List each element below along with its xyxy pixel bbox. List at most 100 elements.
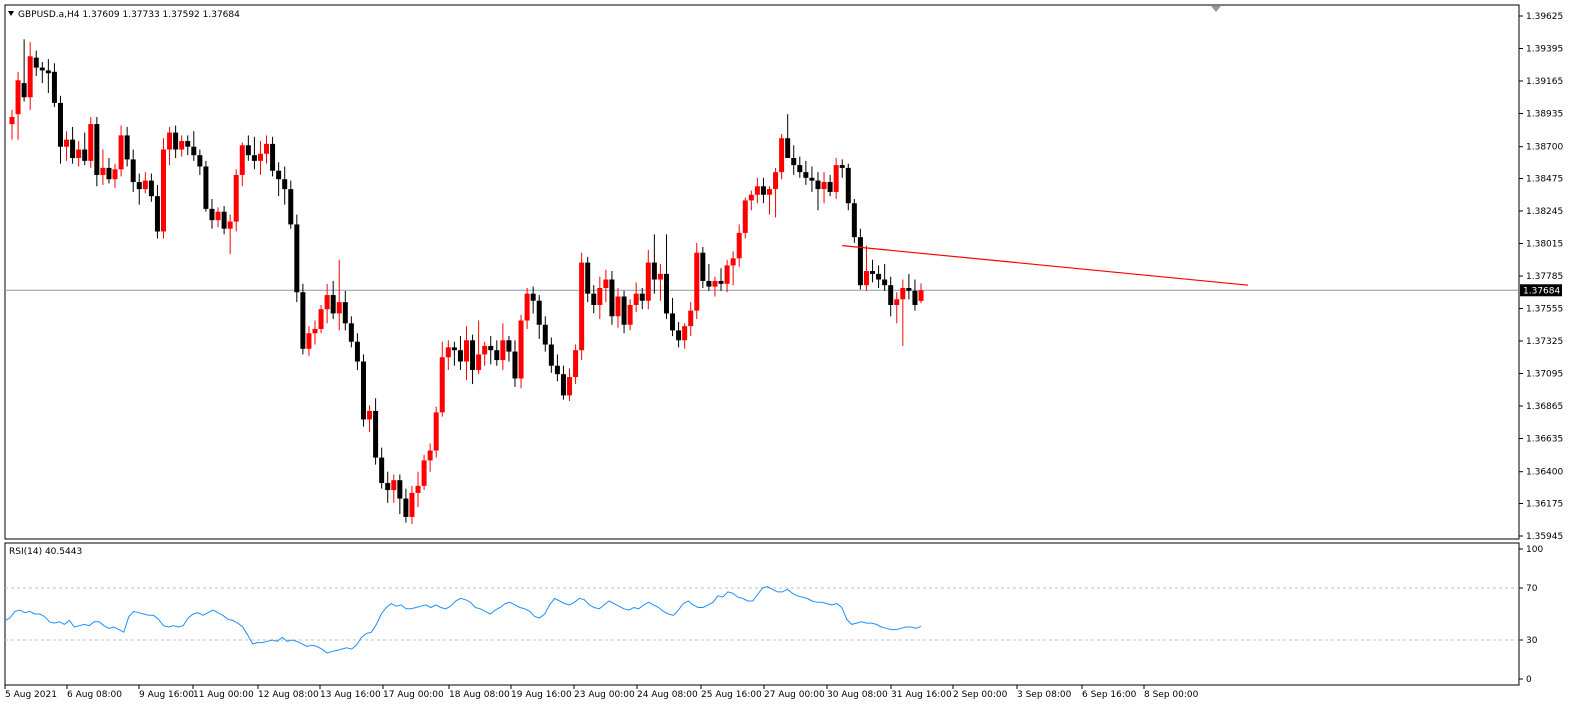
candle-body — [360, 361, 366, 420]
current-price-label: 1.37684 — [1523, 286, 1560, 296]
candle-body — [148, 180, 154, 197]
candle-body — [645, 262, 651, 301]
candle-body — [51, 71, 57, 103]
candle-body — [415, 485, 421, 493]
price-plot-area[interactable] — [4, 4, 1520, 540]
price-tick-label: 1.35945 — [1526, 532, 1563, 542]
time-tick-label: 13 Aug 16:00 — [320, 690, 381, 700]
candle-body — [324, 295, 330, 310]
candle-body — [173, 132, 179, 150]
candle-body — [748, 194, 754, 201]
candle — [579, 252, 585, 361]
candle-body — [227, 221, 233, 229]
candle-body — [609, 279, 615, 317]
candle-body — [633, 293, 639, 305]
candle-body — [809, 177, 815, 181]
time-tick-label: 3 Sep 08:00 — [1017, 690, 1072, 700]
price-axis[interactable]: 1.39625 1.39395 1.39165 1.38935 1.38700 1.384… — [1519, 12, 1563, 542]
candle-body — [348, 323, 354, 342]
price-tick-label: 1.38245 — [1526, 207, 1563, 217]
candle-body — [21, 83, 27, 98]
candle-body — [342, 302, 348, 324]
candle-body — [906, 288, 912, 291]
candle-body — [742, 200, 748, 233]
candle-body — [518, 320, 524, 379]
candle-body — [197, 155, 203, 167]
price-tick-label: 1.38015 — [1526, 240, 1563, 250]
candle-body — [900, 288, 906, 300]
candle-body — [863, 271, 869, 286]
candle-body — [385, 483, 391, 491]
time-axis[interactable]: 5 Aug 2021 6 Aug 08:00 9 Aug 16:00 11 Aug 0… — [4, 685, 1199, 700]
candle-body — [451, 347, 457, 351]
rsi-plot-area[interactable] — [4, 542, 1520, 686]
candle — [318, 304, 324, 334]
candle-body — [167, 132, 173, 150]
candle-body — [57, 102, 63, 147]
price-tick-label: 1.37095 — [1526, 370, 1563, 380]
candle-body — [336, 302, 342, 314]
candle — [203, 160, 209, 212]
candle-body — [536, 300, 542, 325]
time-tick-label: 25 Aug 16:00 — [701, 690, 762, 700]
candle-body — [657, 273, 663, 280]
candle-body — [457, 350, 463, 362]
candle-body — [276, 170, 282, 180]
candle-body — [45, 70, 51, 74]
candle-body — [506, 340, 512, 352]
candle-body — [427, 450, 433, 461]
rsi-axis: 100 70 30 0 — [1519, 545, 1543, 685]
candle-body — [791, 158, 797, 166]
candle-body — [112, 169, 118, 180]
candle-body — [845, 167, 851, 204]
candle-body — [627, 304, 633, 325]
price-tick-label: 1.38475 — [1526, 175, 1563, 185]
candle-body — [409, 492, 415, 517]
candle-body — [821, 182, 827, 190]
candle-body — [264, 143, 270, 154]
candle-body — [494, 350, 500, 361]
candle-body — [888, 285, 894, 305]
candle-body — [221, 211, 227, 229]
time-tick-label: 27 Aug 00:00 — [764, 690, 825, 700]
candle-body — [470, 340, 476, 370]
candle-body — [82, 149, 88, 161]
candle-body — [573, 350, 579, 378]
time-tick-label: 12 Aug 08:00 — [258, 690, 319, 700]
time-tick-label: 30 Aug 08:00 — [827, 690, 888, 700]
candle-body — [118, 135, 124, 170]
candle-body — [767, 189, 772, 195]
time-tick-label: 5 Aug 2021 — [5, 690, 57, 700]
price-tick-label: 1.36175 — [1526, 500, 1563, 510]
candle-body — [306, 333, 312, 349]
candle-body — [33, 57, 39, 68]
candle — [88, 117, 94, 168]
candle-body — [179, 141, 185, 150]
candle-body — [379, 457, 385, 484]
candle-body — [676, 330, 682, 341]
candle-body — [270, 143, 276, 171]
candle-body — [603, 279, 609, 289]
time-tick-label: 17 Aug 00:00 — [383, 690, 444, 700]
candle-body — [403, 498, 409, 517]
candle — [742, 197, 748, 239]
candle-body — [554, 365, 560, 375]
candle-body — [773, 172, 779, 190]
trading-chart[interactable]: 1.39625 1.39395 1.39165 1.38935 1.38700 1.384… — [0, 0, 1584, 709]
time-tick-label: 11 Aug 00:00 — [193, 690, 254, 700]
candle-body — [918, 290, 924, 301]
candle-body — [330, 295, 336, 314]
candle-body — [136, 182, 142, 190]
time-tick-label: 19 Aug 16:00 — [511, 690, 572, 700]
candle-body — [706, 280, 712, 287]
candle-body — [391, 480, 397, 491]
candle-body — [27, 56, 33, 98]
candle-body — [548, 344, 554, 366]
candle-body — [142, 180, 148, 190]
candle-body — [124, 135, 130, 160]
time-tick-label: 31 Aug 16:00 — [891, 690, 952, 700]
price-tick-label: 1.36865 — [1526, 402, 1563, 412]
price-tick-label: 1.39625 — [1526, 12, 1563, 22]
candle-body — [827, 182, 833, 192]
time-tick-label: 24 Aug 08:00 — [637, 690, 698, 700]
